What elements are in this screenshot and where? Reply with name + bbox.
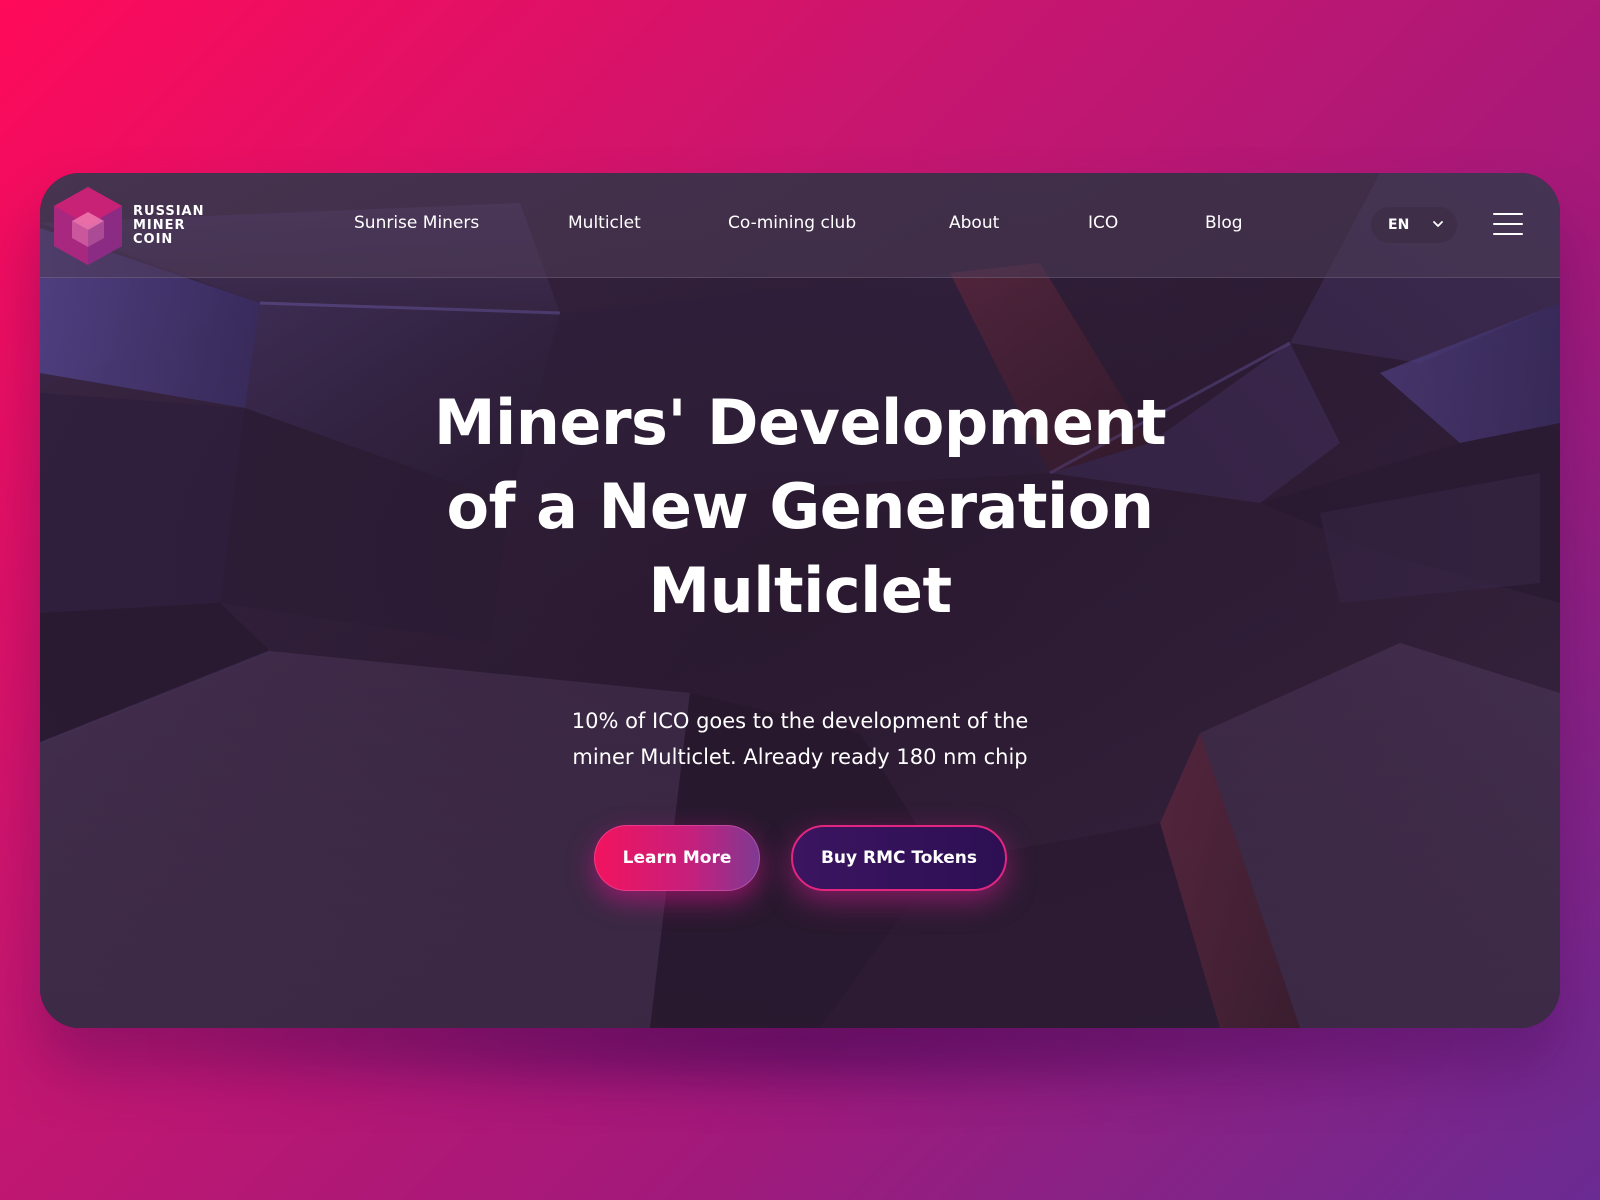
hero-subtitle-line-1: 10% of ICO goes to the development of th… — [571, 709, 1029, 733]
hero-subtitle-line-2: miner Multiclet. Already ready 180 nm ch… — [572, 745, 1028, 769]
nav-item-sunrise-miners[interactable]: Sunrise Miners — [354, 213, 479, 233]
hero-title-line-1: Miners' Development — [433, 386, 1167, 459]
buy-rmc-tokens-button[interactable]: Buy RMC Tokens — [791, 825, 1007, 891]
hero-subtitle: 10% of ICO goes to the development of th… — [420, 703, 1180, 775]
chevron-down-icon — [1433, 221, 1443, 227]
hero-title-line-3: Multiclet — [648, 554, 952, 627]
main-nav: Sunrise Miners Multiclet Co-mining club … — [40, 173, 1560, 278]
nav-item-multiclet[interactable]: Multiclet — [568, 213, 641, 233]
language-selector[interactable]: EN — [1371, 207, 1457, 243]
language-label: EN — [1388, 217, 1410, 233]
hero-title: Miners' Development of a New Generation … — [250, 381, 1350, 633]
top-navigation-bar: RUSSIAN MINER COIN Sunrise Miners Multic… — [40, 173, 1560, 278]
nav-item-ico[interactable]: ICO — [1088, 213, 1118, 233]
learn-more-button[interactable]: Learn More — [594, 825, 760, 891]
nav-item-about[interactable]: About — [949, 213, 999, 233]
hero-card: RUSSIAN MINER COIN Sunrise Miners Multic… — [40, 173, 1560, 1028]
nav-item-co-mining-club[interactable]: Co-mining club — [728, 213, 856, 233]
hero-title-line-2: of a New Generation — [446, 470, 1154, 543]
hamburger-menu-icon[interactable] — [1493, 213, 1523, 237]
nav-item-blog[interactable]: Blog — [1205, 213, 1243, 233]
